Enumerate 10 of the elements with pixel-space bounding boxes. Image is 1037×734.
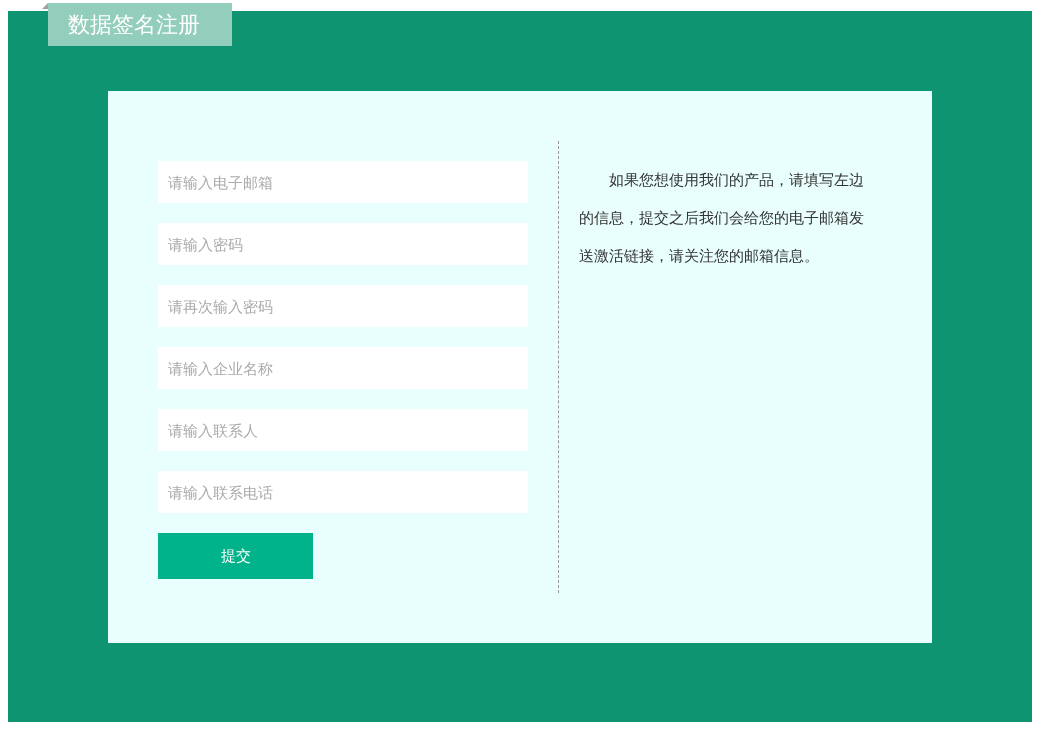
text-field[interactable]: 请输入联系人 [158, 409, 528, 451]
text-field[interactable]: 请输入电子邮箱 [158, 161, 528, 203]
page-title: 数据签名注册 [48, 3, 232, 46]
text-field[interactable]: 请输入联系电话 [158, 471, 528, 513]
folded-corner-icon [42, 3, 48, 9]
text-field[interactable]: 请输入密码 [158, 223, 528, 265]
text-field[interactable]: 请输入企业名称 [158, 347, 528, 389]
submit-button[interactable]: 提交 [158, 533, 313, 579]
instructions-text: 如果您想使用我们的产品，请填写左边的信息，提交之后我们会给您的电子邮箱发送激活链接，请关注您的邮箱信息。 [579, 170, 865, 266]
text-field[interactable]: 请再次输入密码 [158, 285, 528, 327]
